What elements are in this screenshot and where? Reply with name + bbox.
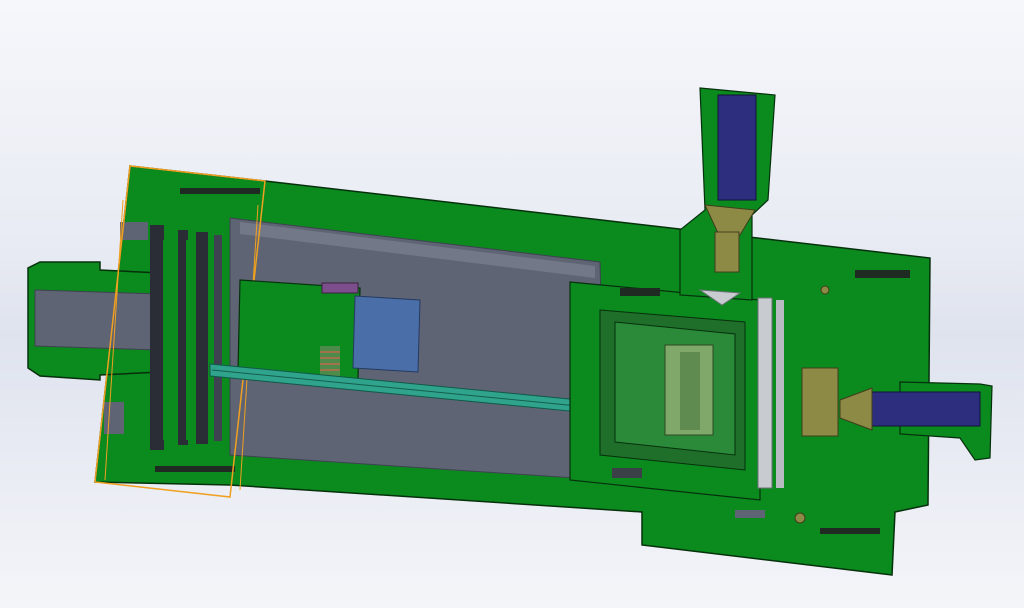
piston-cap [321,282,359,294]
top-fitting-blue-insert[interactable] [717,94,757,201]
right-port-plug[interactable] [801,367,839,437]
section-view-model[interactable] [0,0,1024,608]
housing-insert-core [680,352,700,430]
piston-body[interactable] [237,279,361,381]
housing-seal [620,288,660,296]
top-fitting-stem [714,231,740,273]
top-slot [855,270,910,278]
end-cap-top-seal [180,188,260,194]
housing-light-plate [776,300,784,488]
top-bolt-icon [820,285,830,295]
bottom-slot [820,528,880,534]
housing-seal [612,468,642,478]
piston-blue-block[interactable] [352,295,421,373]
bottom-slot [735,510,765,518]
housing-light-plate [757,297,773,489]
end-cap-bottom-seal [155,466,235,472]
cad-graphics-viewport[interactable] [0,0,1024,608]
bottom-bolt-icon [794,512,806,524]
spring-icon [320,346,340,376]
right-port-blue-insert[interactable] [869,391,981,427]
end-cap-inner-slot [104,402,124,434]
left-port-bore [34,289,161,351]
